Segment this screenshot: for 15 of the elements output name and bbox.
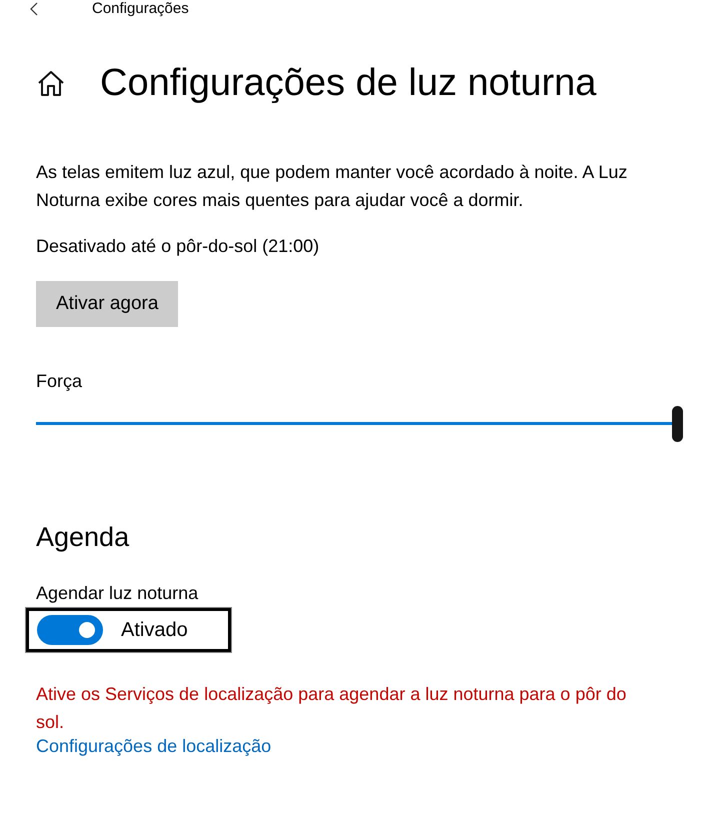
warning-text: Ative os Serviços de localização para agendar a luz noturna para o pôr do sol. [36,683,628,734]
toggle-state-text: Ativado [121,618,188,642]
schedule-heading: Agenda [36,522,130,553]
status-text: Desativado até o pôr-do-sol (21:00) [36,236,320,257]
schedule-toggle[interactable] [37,615,103,645]
description-text: As telas emitem luz azul, que podem manter você acordado à noite. A Luz Noturna exibe cores mais quentes para ajudar você a dormir. [36,161,628,212]
strength-label: Força [36,371,84,392]
toggle-label: Agendar luz noturna [36,583,200,604]
page-title: Configurações de luz noturna [100,61,596,106]
window-title: Configurações [92,1,189,17]
location-settings-link[interactable]: Configurações de localização [36,736,272,757]
home-icon[interactable] [36,68,66,98]
activate-now-button[interactable]: Ativar agora [36,281,178,327]
slider-thumb[interactable] [672,406,683,442]
strength-slider[interactable] [36,406,683,442]
